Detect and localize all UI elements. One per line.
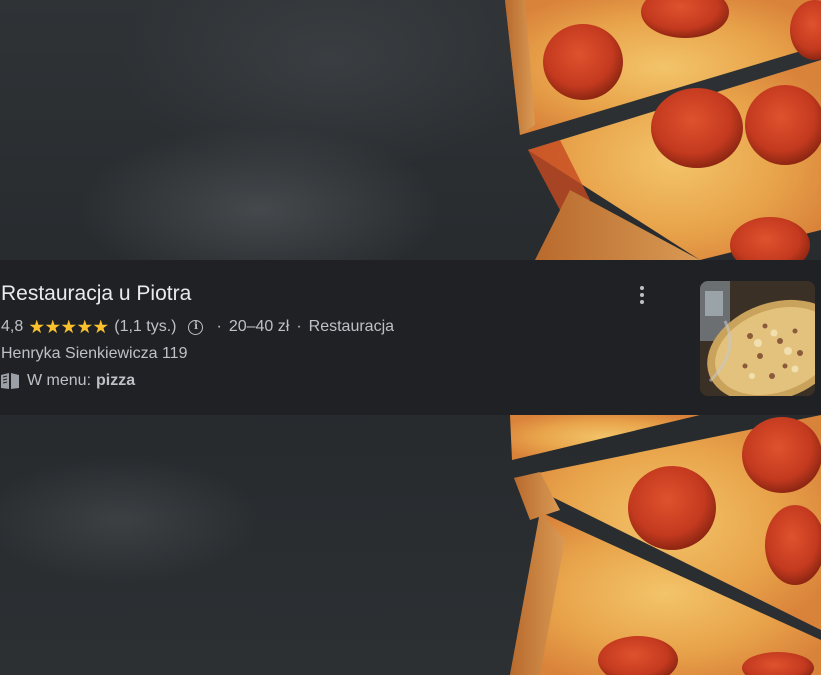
- review-count[interactable]: (1,1 tys.): [114, 318, 176, 336]
- separator: ·: [216, 318, 222, 335]
- star-rating: [29, 319, 108, 335]
- thumbnail-pizza-image: [700, 281, 815, 396]
- menu-item: pizza: [96, 372, 136, 389]
- menu-label: W menu:: [27, 372, 92, 389]
- menu-book-icon: [1, 373, 19, 389]
- star-icon: [45, 319, 60, 334]
- place-address: Henryka Sienkiewicza 119: [1, 345, 188, 362]
- menu-highlight: W menu: pizza: [0, 371, 135, 391]
- place-category: Restauracja: [308, 318, 395, 335]
- rating-value: 4,8: [1, 318, 24, 335]
- place-title[interactable]: Restauracja u Piotra: [1, 282, 191, 306]
- price-range: 20–40 zł: [228, 318, 290, 335]
- star-icon: [29, 319, 44, 334]
- star-icon: [61, 319, 76, 334]
- star-icon: [77, 319, 92, 334]
- more-vert-icon: [640, 286, 644, 290]
- separator: ·: [296, 318, 302, 335]
- place-thumbnail[interactable]: [700, 281, 815, 396]
- more-options-button[interactable]: [630, 284, 654, 306]
- star-icon: [93, 319, 108, 334]
- info-icon[interactable]: i: [188, 319, 204, 335]
- rating-line: 4,8 (1,1 tys.) i · 20–40 zł · Restauracj…: [1, 317, 394, 337]
